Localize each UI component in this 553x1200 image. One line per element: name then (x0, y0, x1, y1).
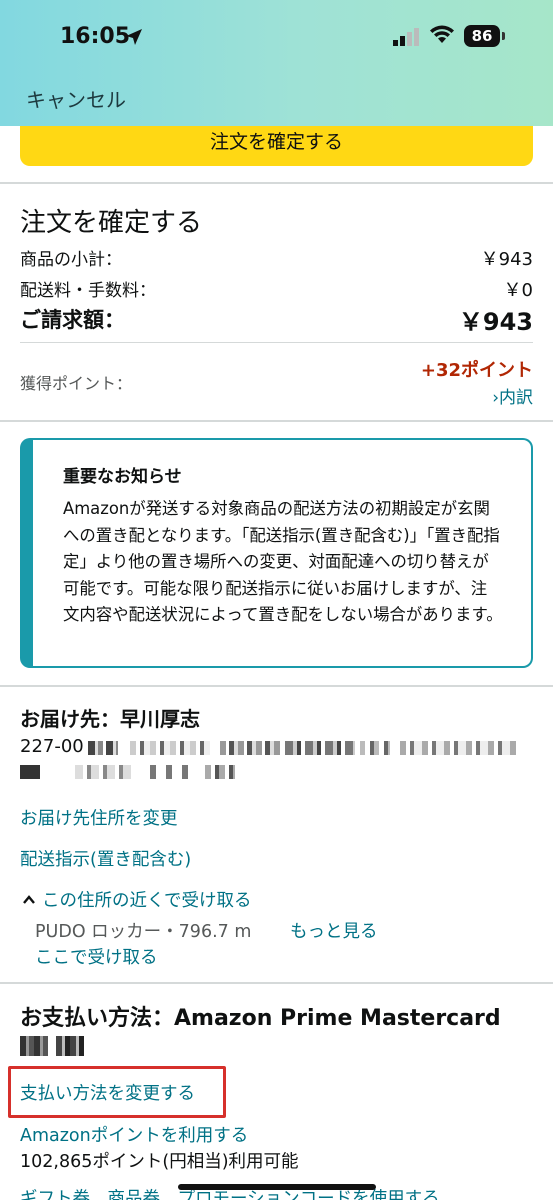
see-more-link[interactable]: もっと見る (290, 918, 378, 943)
shipping-value: ￥0 (503, 280, 533, 301)
battery-level: 86 (471, 27, 493, 45)
change-payment-link[interactable]: 支払い方法を変更する (20, 1080, 195, 1105)
subtotal-label: 商品の小計： (20, 250, 122, 270)
section-divider (0, 420, 553, 422)
pudo-locker-info: PUDO ロッカー・796.7 m (35, 922, 252, 942)
important-notice: 重要なお知らせ Amazonが発送する対象商品の配送方法の初期設定が玄関への置き… (20, 438, 533, 668)
status-time: 16:05 (60, 24, 131, 49)
app-header: 16:05 86 キャンセル (0, 0, 553, 126)
address-postal-code: 227-00 (20, 736, 84, 757)
summary-title: 注文を確定する (20, 208, 203, 238)
section-divider (0, 182, 553, 184)
delivery-instructions-link[interactable]: 配送指示(置き配含む) (20, 846, 191, 871)
cancel-button[interactable]: キャンセル (26, 84, 126, 113)
cellular-signal-icon (393, 28, 419, 46)
points-breakdown-link[interactable]: ›内訳 (492, 383, 533, 408)
summary-divider (20, 342, 533, 343)
battery-indicator: 86 (464, 25, 500, 47)
ship-to-title: お届け先：早川厚志 (20, 707, 200, 731)
pickup-nearby-link[interactable]: この住所の近くで受け取る (42, 887, 251, 912)
section-divider (0, 685, 553, 687)
battery-tip (502, 32, 505, 40)
notice-title: 重要なお知らせ (63, 467, 182, 487)
order-total-label: ご請求額： (20, 308, 125, 332)
earned-points-value: +32ポイント (420, 360, 533, 381)
section-divider (0, 982, 553, 984)
change-address-link[interactable]: お届け先住所を変更 (20, 805, 178, 830)
order-total-value: ￥943 (458, 308, 533, 336)
wifi-icon (430, 25, 454, 43)
shipping-label: 配送料・手数料： (20, 281, 156, 301)
location-arrow-icon (126, 29, 142, 45)
earned-points-label: 獲得ポイント： (20, 374, 133, 393)
use-amazon-points-link[interactable]: Amazonポイントを利用する (20, 1122, 248, 1147)
chevron-up-icon[interactable] (22, 893, 36, 905)
pickup-here-link[interactable]: ここで受け取る (35, 944, 158, 969)
points-available-text: 102,865ポイント(円相当)利用可能 (20, 1152, 299, 1172)
home-indicator[interactable] (178, 1184, 376, 1190)
payment-method-title: お支払い方法：Amazon Prime Mastercard (20, 1006, 501, 1031)
notice-body: Amazonが発送する対象商品の配送方法の初期設定が玄関への置き配となります。「… (63, 499, 503, 624)
subtotal-value: ￥943 (480, 249, 533, 270)
